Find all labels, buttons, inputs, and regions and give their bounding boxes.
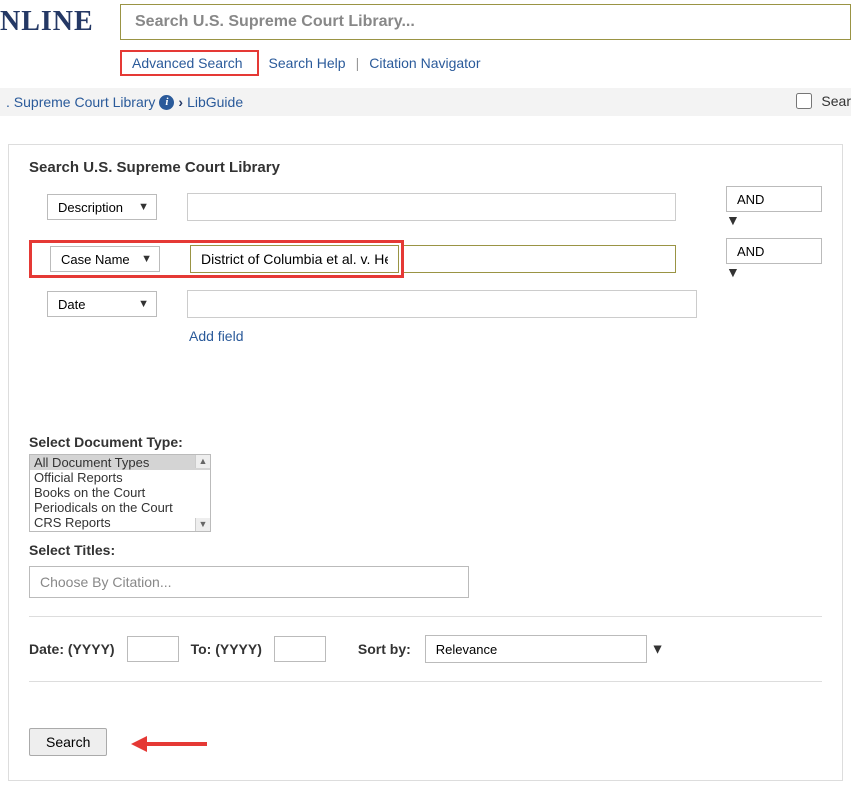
doc-type-item[interactable]: CRS Reports [30, 515, 210, 530]
search-row: Date ▼ [29, 290, 822, 318]
doc-type-item[interactable]: Books on the Court [30, 485, 210, 500]
date-to-label: To: (YYYY) [191, 641, 262, 657]
titles-label: Select Titles: [29, 542, 822, 558]
scroll-up-icon[interactable]: ▲ [195, 455, 210, 468]
breadcrumb-guide[interactable]: LibGuide [187, 94, 243, 110]
search-button-row: Search [29, 700, 822, 756]
chevron-down-icon: ▼ [726, 212, 740, 228]
breadcrumb: . Supreme Court Library i › LibGuide [0, 88, 851, 116]
add-field-link[interactable]: Add field [189, 328, 243, 344]
date-from-label: Date: (YYYY) [29, 641, 115, 657]
case-name-highlight: Case Name ▼ [29, 240, 404, 278]
search-button[interactable]: Search [29, 728, 107, 756]
info-icon[interactable]: i [159, 95, 174, 110]
sort-select[interactable]: Relevance [425, 635, 647, 663]
sort-by-label: Sort by: [358, 641, 411, 657]
citation-navigator-link[interactable]: Citation Navigator [359, 55, 490, 71]
operator-select[interactable]: AND [726, 186, 822, 212]
chevron-down-icon: ▼ [651, 641, 665, 657]
search-toggle: Sear [792, 90, 851, 112]
doc-type-list[interactable]: ▲ All Document Types Official Reports Bo… [29, 454, 211, 532]
search-checkbox-label: Sear [821, 93, 851, 109]
chevron-down-icon: ▼ [726, 264, 740, 280]
doc-type-item[interactable]: Official Reports [30, 470, 210, 485]
field-select-casename[interactable]: Case Name [50, 246, 160, 272]
scroll-down-icon[interactable]: ▼ [195, 518, 210, 531]
search-checkbox[interactable] [796, 93, 812, 109]
date-to-input[interactable] [274, 636, 326, 662]
sub-links: Advanced Search Search Help | Citation N… [0, 44, 851, 82]
operator-select[interactable]: AND [726, 238, 822, 264]
separator [29, 616, 822, 617]
term-input[interactable] [187, 290, 697, 318]
search-panel: Search U.S. Supreme Court Library Descri… [8, 144, 843, 781]
advanced-search-link[interactable]: Advanced Search [126, 55, 253, 71]
separator [29, 681, 822, 682]
doc-type-item[interactable]: All Document Types [30, 455, 210, 470]
term-input-casename[interactable] [190, 245, 399, 273]
field-select-description[interactable]: Description [47, 194, 157, 220]
date-from-input[interactable] [127, 636, 179, 662]
breadcrumb-lib[interactable]: . Supreme Court Library [6, 94, 155, 110]
term-input-casename-ext[interactable] [404, 245, 676, 273]
annotation-arrow [131, 735, 207, 752]
main-search-input[interactable] [120, 4, 851, 40]
search-row: Description ▼ AND ▼ [29, 186, 822, 228]
advanced-search-highlight: Advanced Search [120, 50, 259, 76]
panel-title: Search U.S. Supreme Court Library [29, 159, 822, 176]
header: NLINE [0, 0, 851, 44]
search-help-link[interactable]: Search Help [259, 55, 356, 71]
doc-type-item[interactable]: Periodicals on the Court [30, 500, 210, 515]
search-row: Case Name ▼ AND ▼ [29, 238, 822, 280]
search-rows: Description ▼ AND ▼ Case Name ▼ [29, 186, 822, 344]
doc-type-label: Select Document Type: [29, 434, 822, 450]
field-select-date[interactable]: Date [47, 291, 157, 317]
chevron-right-icon: › [178, 94, 183, 110]
date-sort-row: Date: (YYYY) To: (YYYY) Sort by: Relevan… [29, 635, 822, 663]
term-input[interactable] [187, 193, 676, 221]
brand-logo: NLINE [0, 6, 120, 38]
titles-input[interactable] [29, 566, 469, 598]
